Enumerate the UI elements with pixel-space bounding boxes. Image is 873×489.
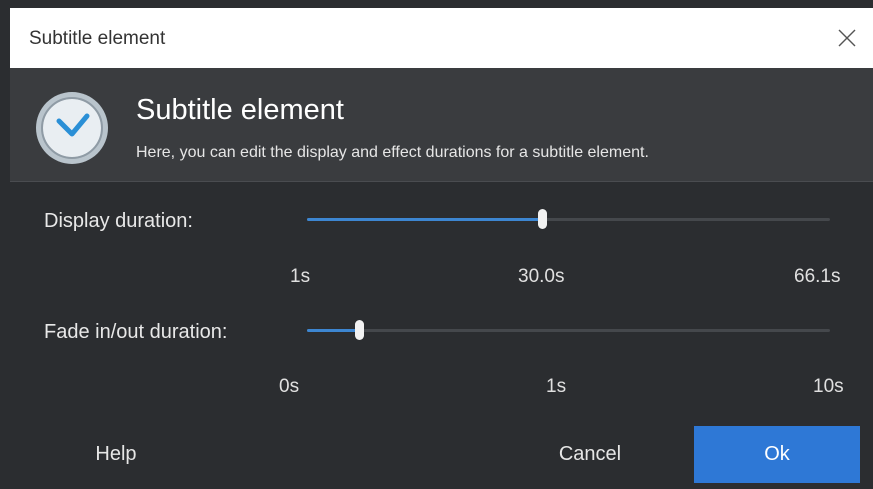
display-min-label: 1s (290, 266, 311, 287)
title-bar: Subtitle element (10, 8, 873, 68)
fade-max-label: 10s (813, 376, 844, 397)
window-title: Subtitle element (29, 28, 166, 49)
fade-duration-thumb[interactable] (355, 320, 365, 340)
header-subtitle: Here, you can edit the display and effec… (136, 144, 649, 161)
display-duration-fill (307, 218, 543, 221)
dialog-header: Subtitle element Here, you can edit the … (10, 68, 873, 182)
display-duration-thumb[interactable] (538, 209, 548, 229)
clock-icon (36, 92, 108, 164)
display-duration-label: Display duration: (44, 210, 193, 232)
dialog-body: Display duration: 1s 30.0s 66.1s Fade in… (10, 182, 873, 489)
header-title: Subtitle element (136, 94, 344, 126)
fade-duration-fill (307, 329, 360, 332)
close-icon (838, 29, 856, 47)
fade-duration-label: Fade in/out duration: (44, 321, 228, 343)
fade-min-label: 0s (279, 376, 300, 397)
help-button[interactable]: Help (54, 426, 178, 482)
ok-button[interactable]: Ok (694, 426, 860, 483)
close-button[interactable] (831, 22, 863, 54)
display-max-label: 66.1s (794, 266, 841, 287)
display-value-label: 30.0s (518, 266, 565, 287)
display-duration-slider[interactable] (307, 209, 830, 229)
cancel-button[interactable]: Cancel (522, 426, 658, 482)
fade-value-label: 1s (546, 376, 567, 397)
subtitle-element-dialog: Subtitle element Subtitle element Here, … (10, 8, 873, 489)
fade-duration-slider[interactable] (307, 320, 830, 340)
